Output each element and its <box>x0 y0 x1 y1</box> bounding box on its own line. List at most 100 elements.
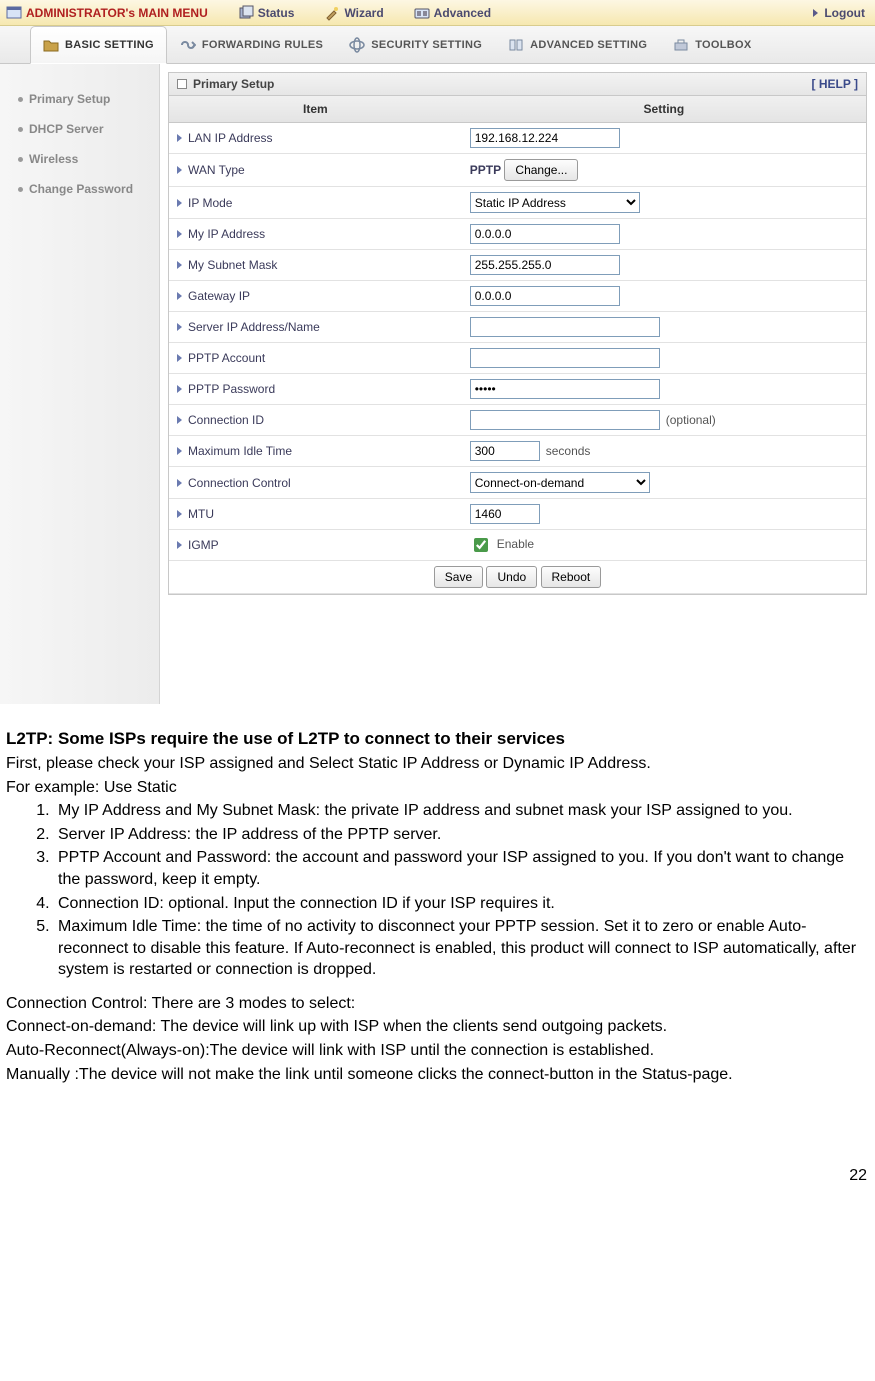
triangle-icon <box>177 166 182 174</box>
wizard-icon <box>324 5 340 21</box>
tab-advanced-label: ADVANCED SETTING <box>530 39 647 51</box>
top-menubar: ADMINISTRATOR's MAIN MENU Status Wizard … <box>0 0 875 26</box>
doc-li5: Maximum Idle Time: the time of no activi… <box>54 916 859 981</box>
row-connection-control: Connection Control Connect-on-demand <box>169 467 866 499</box>
row-label: Server IP Address/Name <box>188 320 320 334</box>
sidebar-item-wireless[interactable]: Wireless <box>0 144 159 174</box>
row-label: Maximum Idle Time <box>188 444 292 458</box>
page-number: 22 <box>0 1127 875 1191</box>
advanced-icon <box>414 5 430 21</box>
sidebar-item-primary-setup[interactable]: Primary Setup <box>0 84 159 114</box>
doc-list: My IP Address and My Subnet Mask: the pr… <box>6 800 859 981</box>
max-idle-input[interactable] <box>470 441 540 461</box>
row-label: My Subnet Mask <box>188 258 277 272</box>
triangle-icon <box>177 292 182 300</box>
row-ip-mode: IP Mode Static IP Address <box>169 187 866 219</box>
tab-toolbox[interactable]: TOOLBOX <box>660 26 764 63</box>
lan-ip-input[interactable] <box>470 128 620 148</box>
panel-icon <box>177 79 187 89</box>
menu-logout-label: Logout <box>824 6 865 20</box>
tab-forwarding[interactable]: FORWARDING RULES <box>167 26 336 63</box>
triangle-icon <box>177 354 182 362</box>
sidebar-item-dhcp[interactable]: DHCP Server <box>0 114 159 144</box>
triangle-icon <box>177 479 182 487</box>
my-ip-input[interactable] <box>470 224 620 244</box>
row-label: LAN IP Address <box>188 131 273 145</box>
doc-cc3: Manually :The device will not make the l… <box>6 1064 859 1086</box>
menu-advanced-label: Advanced <box>434 6 491 20</box>
seconds-note: seconds <box>546 444 591 458</box>
row-label: Connection Control <box>188 476 291 490</box>
folder-icon <box>43 37 59 53</box>
doc-heading: L2TP: Some ISPs require the use of L2TP … <box>6 728 859 751</box>
col-item: Item <box>169 96 462 123</box>
doc-cc1: Connect-on-demand: The device will link … <box>6 1016 859 1038</box>
row-pptp-password: PPTP Password <box>169 374 866 405</box>
doc-li3: PPTP Account and Password: the account a… <box>54 847 859 890</box>
connection-control-select[interactable]: Connect-on-demand <box>470 472 650 493</box>
row-label: IP Mode <box>188 196 232 210</box>
help-link[interactable]: [ HELP ] <box>812 77 858 91</box>
bullet-icon <box>18 187 23 192</box>
settings-table: Item Setting LAN IP Address WAN Type PPT… <box>169 96 866 594</box>
sidebar-item-label: Wireless <box>29 152 78 166</box>
doc-intro1: First, please check your ISP assigned an… <box>6 753 859 775</box>
undo-button[interactable]: Undo <box>486 566 537 588</box>
triangle-icon <box>177 134 182 142</box>
triangle-icon <box>177 416 182 424</box>
window-icon <box>6 5 22 21</box>
reboot-button[interactable]: Reboot <box>541 566 602 588</box>
server-ip-input[interactable] <box>470 317 660 337</box>
row-label: My IP Address <box>188 227 265 241</box>
row-server-ip: Server IP Address/Name <box>169 312 866 343</box>
row-igmp: IGMP Enable <box>169 530 866 561</box>
bullet-icon <box>18 97 23 102</box>
menu-advanced[interactable]: Advanced <box>414 5 491 21</box>
enable-note: Enable <box>497 537 534 551</box>
row-mtu: MTU <box>169 499 866 530</box>
row-label: PPTP Password <box>188 382 275 396</box>
row-wan-type: WAN Type PPTP Change... <box>169 154 866 187</box>
sidebar-item-label: Primary Setup <box>29 92 110 106</box>
tab-toolbox-label: TOOLBOX <box>695 39 751 51</box>
menu-admin[interactable]: ADMINISTRATOR's MAIN MENU <box>6 5 208 21</box>
triangle-icon <box>177 510 182 518</box>
book-icon <box>508 37 524 53</box>
doc-li2: Server IP Address: the IP address of the… <box>54 824 859 846</box>
sidebar-item-label: Change Password <box>29 182 133 196</box>
optional-note: (optional) <box>666 413 716 427</box>
tab-basic-setting[interactable]: BASIC SETTING <box>30 26 167 64</box>
sidebar-item-change-password[interactable]: Change Password <box>0 174 159 204</box>
save-button[interactable]: Save <box>434 566 483 588</box>
gateway-input[interactable] <box>470 286 620 306</box>
menu-status[interactable]: Status <box>238 5 295 21</box>
triangle-icon <box>177 230 182 238</box>
doc-intro2: For example: Use Static <box>6 777 859 799</box>
row-label: MTU <box>188 507 214 521</box>
subnet-input[interactable] <box>470 255 620 275</box>
mtu-input[interactable] <box>470 504 540 524</box>
triangle-icon <box>177 199 182 207</box>
status-icon <box>238 5 254 21</box>
doc-li4: Connection ID: optional. Input the conne… <box>54 893 859 915</box>
menu-wizard[interactable]: Wizard <box>324 5 383 21</box>
pptp-account-input[interactable] <box>470 348 660 368</box>
tab-advanced-setting[interactable]: ADVANCED SETTING <box>495 26 660 63</box>
triangle-icon <box>177 447 182 455</box>
tab-security[interactable]: SECURITY SETTING <box>336 26 495 63</box>
row-buttons: Save Undo Reboot <box>169 561 866 594</box>
sidebar: Primary Setup DHCP Server Wireless Chang… <box>0 64 160 704</box>
panel-title: Primary Setup <box>193 77 274 91</box>
ip-mode-select[interactable]: Static IP Address <box>470 192 640 213</box>
row-lan-ip: LAN IP Address <box>169 123 866 154</box>
triangle-icon <box>813 9 818 17</box>
igmp-checkbox[interactable] <box>474 538 488 552</box>
connection-id-input[interactable] <box>470 410 660 430</box>
change-button[interactable]: Change... <box>504 159 578 181</box>
menu-logout[interactable]: Logout <box>813 6 865 20</box>
triangle-icon <box>177 323 182 331</box>
pptp-password-input[interactable] <box>470 379 660 399</box>
row-max-idle: Maximum Idle Time seconds <box>169 436 866 467</box>
bullet-icon <box>18 127 23 132</box>
forwarding-icon <box>180 37 196 53</box>
